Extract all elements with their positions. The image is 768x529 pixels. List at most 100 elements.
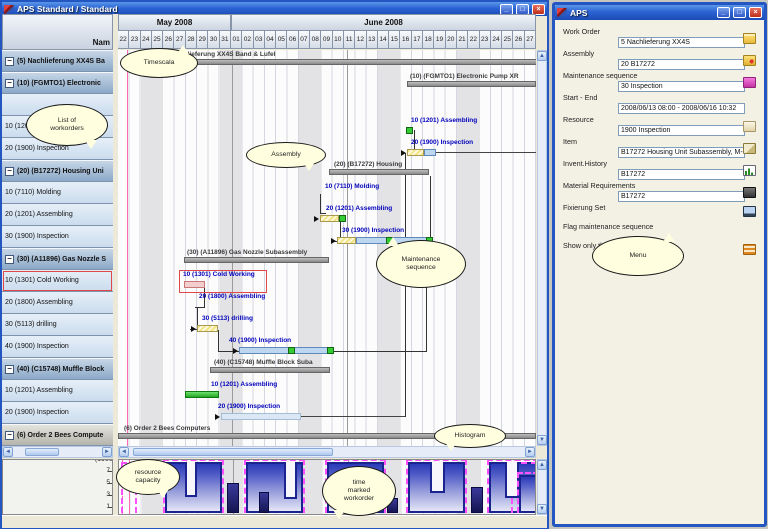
scroll-down-icon[interactable]: ▼ <box>537 435 547 445</box>
workorder-group-row[interactable]: −(30) (A11896) Gas Nozzle S <box>2 248 113 270</box>
minimize-button[interactable]: _ <box>717 7 730 18</box>
timeline-day[interactable]: 16 <box>400 30 411 49</box>
scroll-up-icon[interactable]: ▲ <box>537 51 547 61</box>
operation-row[interactable]: 10 (7110) Molding <box>2 182 113 204</box>
show-order-grid-icon[interactable] <box>743 244 756 255</box>
timeline-day[interactable]: 06 <box>287 30 298 49</box>
workorder-folder-icon[interactable] <box>743 33 756 44</box>
timeline-day[interactable]: 10 <box>333 30 344 49</box>
timeline-day[interactable]: 07 <box>299 30 310 49</box>
timeline-day[interactable]: 26 <box>513 30 524 49</box>
timeline-day[interactable]: 26 <box>163 30 174 49</box>
workorder-group-row[interactable]: −(40) (C15748) Muffle Block <box>2 358 113 380</box>
operation-row[interactable]: 20 (1201) Assembling <box>2 204 113 226</box>
close-button[interactable]: × <box>749 7 762 18</box>
maximize-button[interactable]: □ <box>733 7 746 18</box>
timeline-day[interactable]: 24 <box>491 30 502 49</box>
timeline-day[interactable]: 01 <box>231 30 242 49</box>
timeline-day[interactable]: 13 <box>367 30 378 49</box>
summary-bar[interactable] <box>160 59 536 65</box>
timeline-day[interactable]: 12 <box>355 30 366 49</box>
timeline-day[interactable]: 23 <box>480 30 491 49</box>
scroll-left-icon[interactable]: ◄ <box>119 447 129 457</box>
timeline-day[interactable]: 27 <box>525 30 536 49</box>
operation-row[interactable]: 30 (5113) drilling <box>2 314 113 336</box>
fixed-marker[interactable] <box>327 347 334 354</box>
scroll-right-icon[interactable]: ► <box>102 447 112 457</box>
marked-load-bar[interactable] <box>471 487 483 513</box>
timeline-day[interactable]: 18 <box>423 30 434 49</box>
gantt-vscrollbar[interactable]: ▲ ▼ <box>537 50 547 446</box>
collapse-icon[interactable]: − <box>5 255 14 264</box>
timeline-day[interactable]: 04 <box>265 30 276 49</box>
timeline-day[interactable]: 15 <box>389 30 400 49</box>
sidebar-hscrollbar[interactable]: ◄ ► <box>2 446 113 458</box>
workorder-group-row[interactable]: −(10) (FGMTO1) Electronic <box>2 72 113 94</box>
link-line[interactable] <box>436 152 536 153</box>
marked-load-bar[interactable] <box>227 483 239 513</box>
marked-load-bar[interactable] <box>259 492 269 513</box>
collapse-icon[interactable]: − <box>5 431 14 440</box>
timeline-day[interactable]: 11 <box>344 30 355 49</box>
task-bar-light[interactable] <box>221 413 301 420</box>
setup-bar[interactable] <box>197 325 218 332</box>
operation-row[interactable]: 30 (1900) Inspection <box>2 226 113 248</box>
close-button[interactable]: × <box>532 4 545 15</box>
timeline-day[interactable]: 22 <box>118 30 129 49</box>
inventory-history-chart-icon[interactable] <box>743 165 756 176</box>
timeline-day[interactable]: 20 <box>446 30 457 49</box>
fixed-task-bar[interactable] <box>185 391 219 398</box>
fixierung-computer-icon[interactable] <box>743 206 756 217</box>
scroll-down-icon[interactable]: ▼ <box>537 504 547 514</box>
timeline-day[interactable]: 03 <box>254 30 265 49</box>
timeline-day[interactable]: 09 <box>321 30 332 49</box>
operation-row[interactable]: 40 (1900) Inspection <box>2 336 113 358</box>
timeline-day[interactable]: 19 <box>434 30 445 49</box>
workorder-group-row[interactable]: −(5) Nachlieferung XX4S Ba <box>2 50 113 72</box>
timeline-day[interactable]: 02 <box>242 30 253 49</box>
histogram-vscrollbar[interactable]: ▲ ▼ <box>537 459 547 515</box>
fixed-marker[interactable] <box>288 347 295 354</box>
scroll-up-icon[interactable]: ▲ <box>537 460 547 470</box>
summary-bar[interactable] <box>184 257 329 263</box>
assembly-note-icon[interactable] <box>743 55 756 66</box>
timeline-day[interactable]: 17 <box>412 30 423 49</box>
maximize-button[interactable]: □ <box>516 4 529 15</box>
setup-bar[interactable] <box>320 215 339 222</box>
timeline-day[interactable]: 25 <box>502 30 513 49</box>
timeline-day[interactable]: 08 <box>310 30 321 49</box>
setup-bar[interactable] <box>407 149 424 156</box>
summary-bar[interactable] <box>329 169 429 175</box>
name-column-header[interactable]: Nam <box>2 14 113 50</box>
timeline-day[interactable]: 14 <box>378 30 389 49</box>
minimize-button[interactable]: _ <box>500 4 513 15</box>
workorder-group-row[interactable]: −(20) (B17272) Housing Uni <box>2 160 113 182</box>
timeline-day[interactable]: 22 <box>468 30 479 49</box>
fixed-marker[interactable] <box>406 127 413 134</box>
timeline-day[interactable]: 29 <box>197 30 208 49</box>
scroll-left-icon[interactable]: ◄ <box>3 447 13 457</box>
workorder-group-row[interactable]: −(6) Order 2 Bees Compute <box>2 424 113 446</box>
scroll-right-icon[interactable]: ► <box>525 447 535 457</box>
timeline-day[interactable]: 30 <box>208 30 219 49</box>
material-cart-icon[interactable] <box>743 187 756 198</box>
resource-folder-icon[interactable] <box>743 121 756 132</box>
fixed-marker[interactable] <box>339 215 346 222</box>
maintenance-folder-icon[interactable] <box>743 77 756 88</box>
operation-row[interactable]: 20 (1900) Inspection <box>2 402 113 424</box>
summary-bar[interactable] <box>210 367 330 373</box>
timeline-day[interactable]: 31 <box>220 30 231 49</box>
item-box-icon[interactable] <box>743 143 756 154</box>
collapse-icon[interactable]: − <box>5 57 14 66</box>
timeline-day[interactable]: 23 <box>129 30 140 49</box>
operation-row[interactable]: 20 (1800) Assembling <box>2 292 113 314</box>
timeline-day[interactable]: 21 <box>457 30 468 49</box>
timeline-day[interactable]: 05 <box>276 30 287 49</box>
timeline-day[interactable]: 25 <box>152 30 163 49</box>
task-bar[interactable] <box>424 149 436 156</box>
operation-row[interactable]: 10 (1301) Cold Working <box>2 270 113 292</box>
link-line[interactable] <box>301 416 405 417</box>
collapse-icon[interactable]: − <box>5 79 14 88</box>
setup-bar[interactable] <box>337 237 356 244</box>
collapse-icon[interactable]: − <box>5 167 14 176</box>
